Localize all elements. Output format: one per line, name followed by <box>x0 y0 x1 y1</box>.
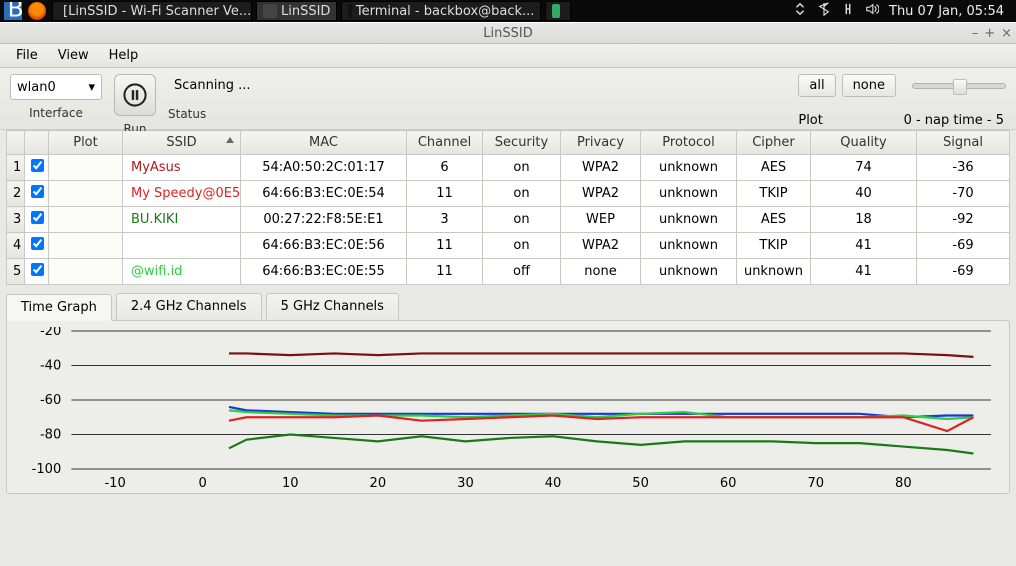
maximize-icon[interactable]: + <box>984 26 995 41</box>
firefox-icon[interactable] <box>28 2 46 20</box>
menu-icon[interactable]: B <box>4 2 22 20</box>
window-titlebar: LinSSID – + × <box>0 22 1016 44</box>
svg-text:30: 30 <box>457 476 474 491</box>
bluetooth-icon[interactable] <box>817 2 831 20</box>
menu-file[interactable]: File <box>6 46 48 65</box>
table-row[interactable]: 3BU.KIKI00:27:22:F8:5E:E13onWEPunknownAE… <box>7 207 1010 233</box>
plot-checkbox[interactable] <box>31 159 44 172</box>
plot-label: Plot <box>798 113 823 128</box>
plot-none-button[interactable]: none <box>842 74 896 97</box>
svg-text:-100: -100 <box>32 462 62 477</box>
col-security[interactable]: Security <box>483 131 561 155</box>
taskbar-item-terminal[interactable]: Terminal - backbox@back... <box>341 1 541 21</box>
svg-text:B: B <box>8 2 22 20</box>
status-label: Status <box>168 107 206 121</box>
sort-asc-icon <box>226 137 234 143</box>
col-quality[interactable]: Quality <box>811 131 917 155</box>
col-mac[interactable]: MAC <box>241 131 407 155</box>
networks-table: Plot SSID MAC Channel Security Privacy P… <box>6 130 1010 285</box>
col-signal[interactable]: Signal <box>917 131 1010 155</box>
plot-checkbox[interactable] <box>31 185 44 198</box>
svg-text:80: 80 <box>895 476 912 491</box>
table-row[interactable]: 5@wifi.id64:66:B3:EC:0E:5511offnoneunkno… <box>7 259 1010 285</box>
svg-text:10: 10 <box>282 476 299 491</box>
col-channel[interactable]: Channel <box>407 131 483 155</box>
interface-label: Interface <box>29 106 83 120</box>
taskbar-item-linssid-about[interactable]: [LinSSID - Wi-Fi Scanner Ve... <box>52 1 252 21</box>
system-tray: Thu 07 Jan, 05:54 <box>793 2 1012 20</box>
svg-text:-20: -20 <box>40 327 61 339</box>
taskbar-item-linssid[interactable]: LinSSID <box>256 1 337 21</box>
run-pause-button[interactable] <box>114 74 156 116</box>
svg-text:70: 70 <box>807 476 824 491</box>
svg-text:-40: -40 <box>40 359 61 374</box>
svg-text:60: 60 <box>720 476 737 491</box>
menu-help[interactable]: Help <box>99 46 149 65</box>
col-cipher[interactable]: Cipher <box>737 131 811 155</box>
plot-checkbox[interactable] <box>31 263 44 276</box>
col-ssid[interactable]: SSID <box>123 131 241 155</box>
tab-5ghz[interactable]: 5 GHz Channels <box>266 293 399 320</box>
plot-checkbox[interactable] <box>31 237 44 250</box>
network-icon[interactable] <box>841 2 855 20</box>
col-protocol[interactable]: Protocol <box>641 131 737 155</box>
close-icon[interactable]: × <box>1001 26 1012 41</box>
minimize-icon[interactable]: – <box>972 26 979 41</box>
svg-text:-80: -80 <box>40 428 61 443</box>
graph-tabs: Time Graph 2.4 GHz Channels 5 GHz Channe… <box>6 293 1010 320</box>
table-header: Plot SSID MAC Channel Security Privacy P… <box>7 131 1010 155</box>
plot-all-button[interactable]: all <box>798 74 835 97</box>
menu-view[interactable]: View <box>48 46 99 65</box>
tab-24ghz[interactable]: 2.4 GHz Channels <box>116 293 262 320</box>
svg-text:20: 20 <box>370 476 387 491</box>
menubar: File View Help <box>0 44 1016 68</box>
tab-time-graph[interactable]: Time Graph <box>6 294 112 321</box>
svg-text:-10: -10 <box>104 476 125 491</box>
svg-text:40: 40 <box>545 476 562 491</box>
status-text: Scanning ... <box>174 78 250 93</box>
system-panel: B [LinSSID - Wi-Fi Scanner Ve... LinSSID… <box>0 0 1016 22</box>
col-plot[interactable]: Plot <box>49 131 123 155</box>
volume-icon[interactable] <box>865 2 879 20</box>
table-row[interactable]: 2My Speedy@0E5464:66:B3:EC:0E:5411onWPA2… <box>7 181 1010 207</box>
table-row[interactable]: 464:66:B3:EC:0E:5611onWPA2unknownTKIP41-… <box>7 233 1010 259</box>
nap-label: 0 - nap time - 5 <box>904 113 1004 128</box>
col-privacy[interactable]: Privacy <box>561 131 641 155</box>
window-title: LinSSID <box>483 26 532 41</box>
power-icon[interactable] <box>793 2 807 20</box>
svg-text:50: 50 <box>632 476 649 491</box>
time-graph-chart: -20-40-60-80-100-1001020304050607080 <box>6 320 1010 494</box>
clock[interactable]: Thu 07 Jan, 05:54 <box>889 4 1004 19</box>
toolbar: wlan0 ▾ Interface Run Scanning ... Statu… <box>0 68 1016 130</box>
plot-controls: all none <box>798 74 1006 97</box>
svg-text:0: 0 <box>199 476 207 491</box>
plot-checkbox[interactable] <box>31 211 44 224</box>
interface-select[interactable]: wlan0 ▾ <box>10 74 102 100</box>
taskbar-item-other[interactable] <box>545 1 571 21</box>
table-row[interactable]: 1MyAsus54:A0:50:2C:01:176onWPA2unknownAE… <box>7 155 1010 181</box>
chevron-down-icon: ▾ <box>88 80 95 95</box>
nap-slider[interactable] <box>912 83 1006 89</box>
svg-text:-60: -60 <box>40 393 61 408</box>
